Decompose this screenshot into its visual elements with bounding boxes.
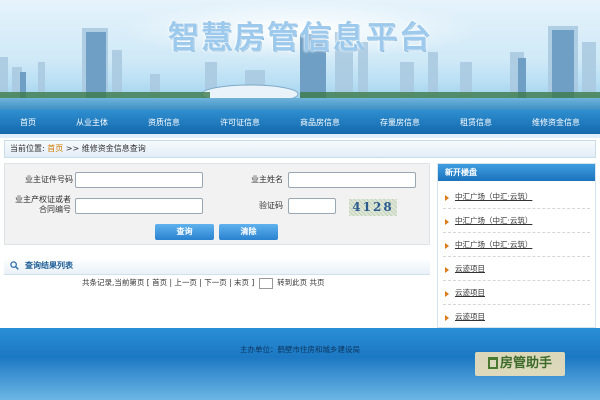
site-title: 智慧房管信息平台 — [168, 20, 432, 56]
arrow-right-icon — [445, 315, 449, 321]
arrow-right-icon — [445, 195, 449, 201]
development-item[interactable]: 中汇广场（中汇·云筑） — [443, 233, 590, 257]
captcha-label: 验证码 — [259, 201, 283, 210]
breadcrumb: 当前位置: 首页 >> 维修资金信息查询 — [4, 140, 596, 158]
query-button[interactable]: 查询 — [155, 224, 214, 240]
owner-id-label: 业主证件号码 — [25, 175, 73, 184]
development-item-label[interactable]: 云迹项目 — [455, 312, 485, 321]
development-item[interactable]: 中汇广场（中汇·云筑） — [443, 185, 590, 209]
pager-bar: | — [199, 278, 202, 287]
development-item[interactable]: 云迹项目 — [443, 305, 590, 329]
nav-item-practitioners[interactable]: 从业主体 — [72, 117, 112, 128]
pager-first[interactable]: 首页 — [152, 278, 167, 287]
breadcrumb-home-link[interactable]: 首页 — [47, 144, 63, 153]
breadcrumb-separator: >> — [65, 144, 80, 153]
main-nav: 首页 从业主体 资质信息 许可证信息 商品房信息 存量房信息 租赁信息 维修资金… — [0, 110, 600, 134]
nav-item-commercial-housing[interactable]: 商品房信息 — [296, 117, 344, 128]
development-item-label[interactable]: 中汇广场（中汇·云筑） — [455, 216, 532, 225]
pager-last[interactable]: 末页 — [234, 278, 249, 287]
watermark-logo: 房管助手 — [475, 352, 565, 376]
arrow-right-icon — [445, 243, 449, 249]
nav-item-existing-housing[interactable]: 存量房信息 — [376, 117, 424, 128]
breadcrumb-prefix: 当前位置: — [10, 144, 45, 153]
pager-bar: | — [229, 278, 232, 287]
development-item[interactable]: 云迹项目 — [443, 257, 590, 281]
results-title: 查询结果列表 — [25, 261, 73, 270]
arrow-right-icon — [445, 291, 449, 297]
page-jump-input[interactable] — [258, 277, 273, 289]
contract-number-input[interactable] — [75, 198, 203, 214]
contract-number-label: 业主产权证或者 合同编号 — [5, 195, 71, 215]
watermark-text: 房管助手 — [499, 356, 552, 371]
development-item-label[interactable]: 中汇广场（中汇·云筑） — [455, 192, 532, 201]
owner-name-input[interactable] — [288, 172, 416, 188]
arrow-right-icon — [445, 219, 449, 225]
new-developments-title: 新开楼盘 — [438, 164, 595, 181]
river-water — [0, 98, 600, 110]
development-item-label[interactable]: 云迹项目 — [455, 288, 485, 297]
development-item-label[interactable]: 云迹项目 — [455, 264, 485, 273]
nav-item-qualifications[interactable]: 资质信息 — [144, 117, 184, 128]
nav-item-licenses[interactable]: 许可证信息 — [216, 117, 264, 128]
nav-shadow — [0, 134, 600, 138]
pager-next[interactable]: 下一页 — [204, 278, 227, 287]
nav-item-rental[interactable]: 租赁信息 — [456, 117, 496, 128]
owner-name-label: 业主姓名 — [251, 175, 283, 184]
contract-label-line1: 业主产权证或者 — [15, 195, 71, 204]
pager-prev[interactable]: 上一页 — [174, 278, 197, 287]
pagination: 共条记录,当前第页 [ 首页 | 上一页 | 下一页 | 末页 ] 转到此页 共… — [82, 276, 412, 290]
pager-bar: | — [169, 278, 173, 287]
clear-button[interactable]: 清除 — [219, 224, 278, 240]
development-item-label[interactable]: 中汇广场（中汇·云筑） — [455, 240, 532, 249]
captcha-input[interactable] — [288, 198, 336, 214]
pager-close: ] — [251, 278, 255, 287]
new-developments-panel: 新开楼盘 中汇广场（中汇·云筑） 中汇广场（中汇·云筑） 中汇广场（中汇·云筑）… — [437, 163, 596, 328]
nav-item-home[interactable]: 首页 — [16, 117, 40, 128]
breadcrumb-current: 维修资金信息查询 — [81, 144, 146, 153]
pager-goto[interactable]: 转到此页 共页 — [277, 278, 324, 287]
contract-label-line2: 合同编号 — [39, 205, 71, 214]
pager-summary: 共条记录,当前第页 [ — [82, 278, 150, 287]
owner-id-input[interactable] — [75, 172, 203, 188]
building-icon — [487, 357, 498, 369]
nav-item-maintenance-fund[interactable]: 维修资金信息 — [528, 117, 584, 128]
magnifier-icon — [10, 261, 19, 270]
search-form-panel: 业主证件号码 业主姓名 业主产权证或者 合同编号 验证码 4128 查询 清除 — [4, 163, 430, 245]
results-header: 查询结果列表 — [4, 258, 430, 275]
header-banner: 智慧房管信息平台 — [0, 0, 600, 110]
development-item[interactable]: 云迹项目 — [443, 281, 590, 305]
development-item[interactable]: 中汇广场（中汇·云筑） — [443, 209, 590, 233]
captcha-image[interactable]: 4128 — [349, 199, 397, 216]
arrow-right-icon — [445, 267, 449, 273]
